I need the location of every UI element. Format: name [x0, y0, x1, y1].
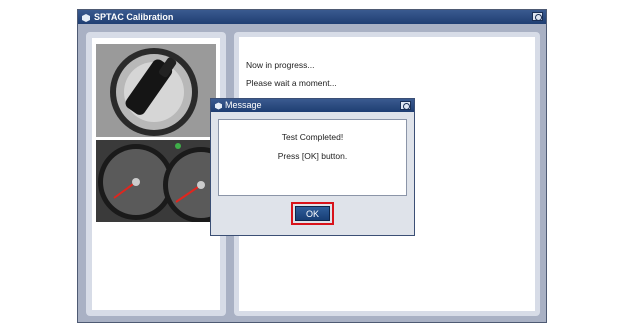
progress-text: Now in progress...	[246, 60, 315, 70]
image-panel-inner	[92, 38, 220, 310]
message-dialog: Message Test Completed! Press [OK] butto…	[210, 98, 415, 236]
ok-button[interactable]: OK	[295, 206, 330, 221]
dialog-message-line1: Test Completed!	[281, 132, 344, 142]
app-icon	[82, 13, 90, 22]
window-title: SPTAC Calibration	[94, 12, 174, 22]
dialog-title: Message	[225, 100, 262, 110]
dialog-app-icon	[215, 102, 222, 110]
dialog-titlebar: Message	[211, 99, 414, 112]
wait-text: Please wait a moment...	[246, 78, 337, 88]
instrument-cluster-image	[96, 140, 216, 222]
dialog-message-box: Test Completed! Press [OK] button.	[218, 119, 407, 196]
dialog-close-button[interactable]	[400, 101, 411, 110]
window-titlebar: SPTAC Calibration	[78, 10, 546, 24]
ignition-key-image	[96, 44, 216, 137]
window-close-button[interactable]	[532, 12, 543, 21]
dialog-message-line2: Press [OK] button.	[277, 151, 348, 161]
ok-highlight-box: OK	[291, 202, 334, 225]
image-panel	[86, 32, 226, 316]
